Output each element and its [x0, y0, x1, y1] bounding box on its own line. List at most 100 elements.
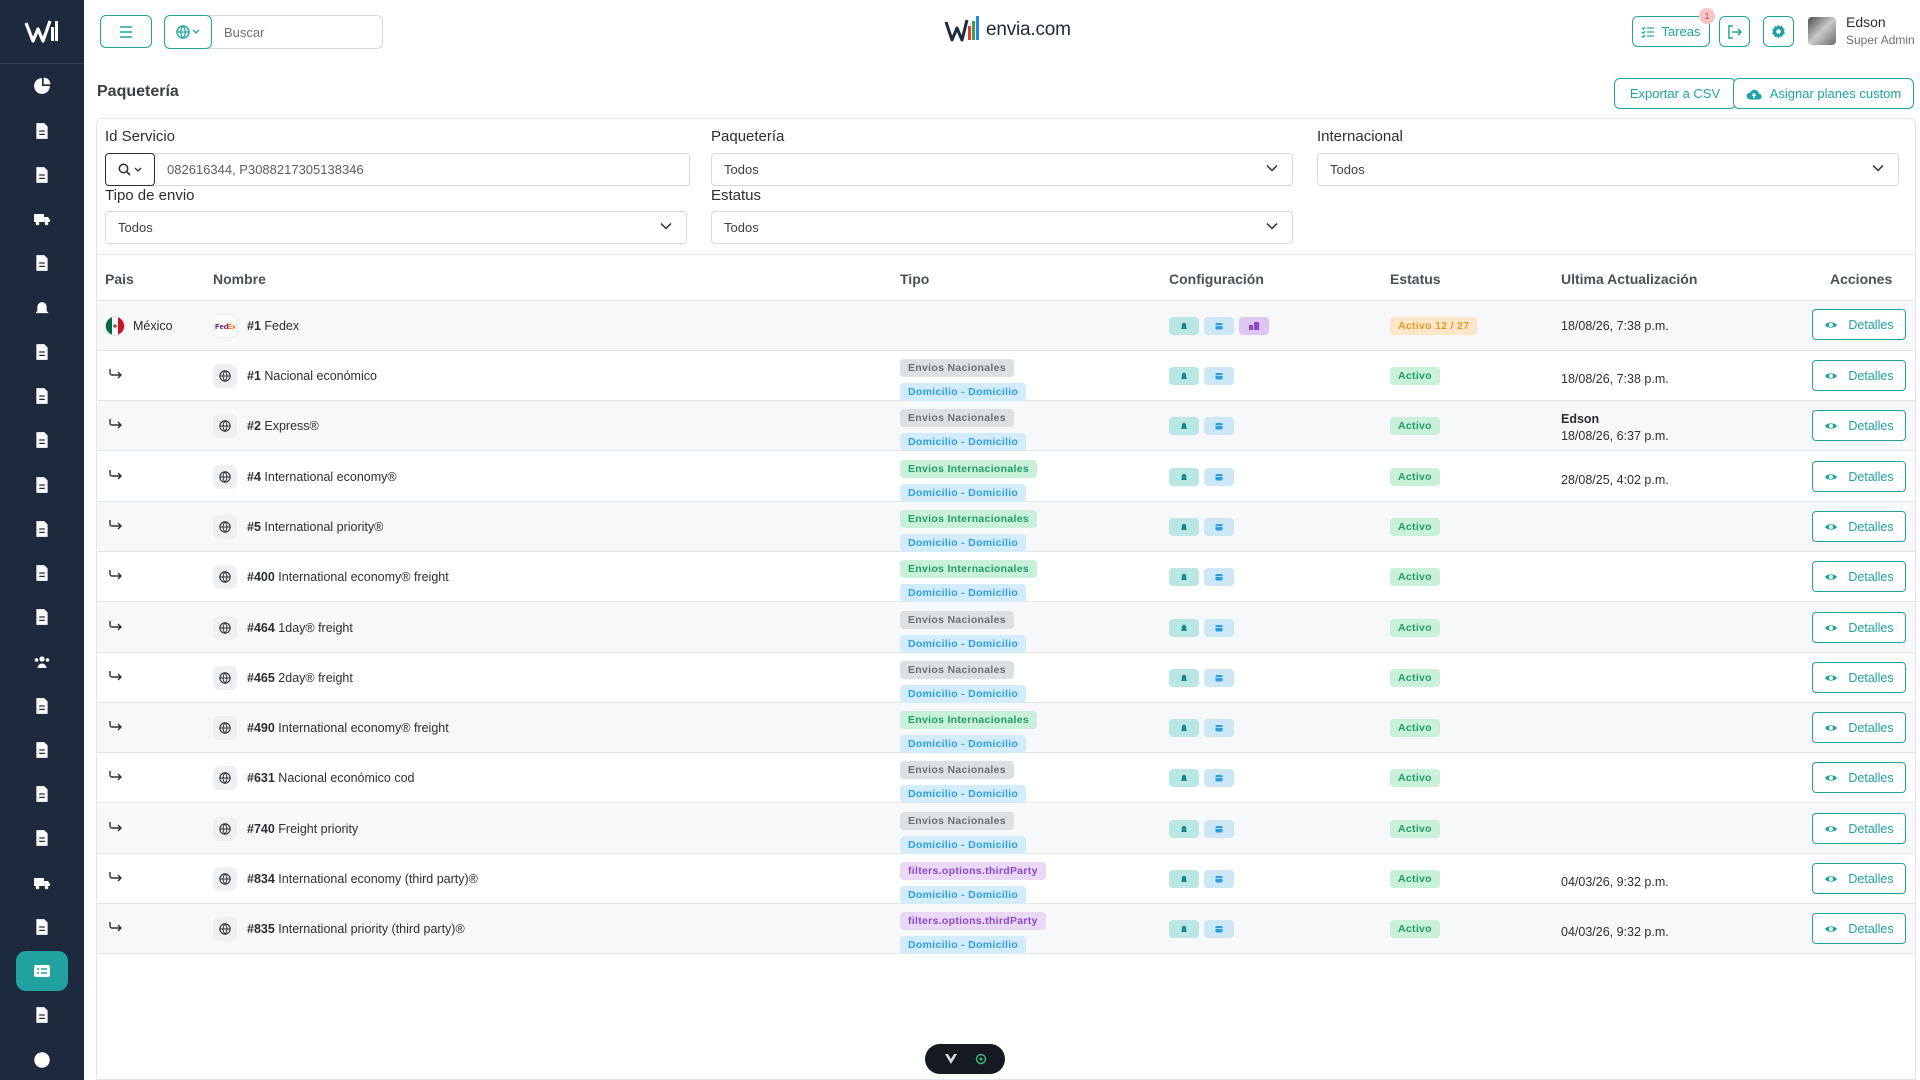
service-label: 2day® freight	[278, 671, 353, 685]
sidebar-item-dot[interactable]	[16, 1040, 68, 1080]
sidebar-logo[interactable]	[0, 0, 84, 64]
bell-config-icon	[1169, 568, 1199, 586]
sidebar-item-contact-card[interactable]	[16, 686, 68, 726]
shipping-type-tag: filters.options.thirdParty	[900, 912, 1046, 930]
sidebar-item-dashboard[interactable]	[16, 66, 68, 106]
sidebar-item-truck[interactable]	[16, 199, 68, 239]
column-header-acciones: Acciones	[1830, 271, 1893, 287]
details-label: Detalles	[1848, 921, 1894, 936]
search-input[interactable]	[212, 16, 372, 48]
service-name: #2 Express®	[213, 414, 319, 438]
eye-icon	[1825, 321, 1838, 328]
globe-icon	[213, 414, 237, 438]
carrier-label: Fedex	[264, 319, 300, 333]
carrier-date: 18/08/26, 7:38 p.m.	[1561, 319, 1669, 333]
tasks-button[interactable]: Tareas 1	[1632, 8, 1715, 47]
chevron-down-icon	[1266, 164, 1278, 172]
details-button[interactable]: Detalles	[1812, 762, 1906, 793]
status-badge: Activo	[1390, 820, 1440, 838]
document-icon	[36, 123, 48, 139]
details-button[interactable]: Detalles	[1812, 913, 1906, 944]
eye-icon	[1825, 523, 1838, 530]
details-button[interactable]: Detalles	[1812, 360, 1906, 391]
sidebar-item-shipment[interactable]	[16, 155, 68, 195]
sidebar-item-invoice[interactable]	[16, 376, 68, 416]
sidebar-item-report[interactable]	[16, 818, 68, 858]
sidebar-item-edit-doc[interactable]	[16, 730, 68, 770]
dashboard-icon	[34, 77, 51, 94]
svg-text:Ex: Ex	[227, 322, 235, 330]
logout-button[interactable]	[1719, 16, 1750, 47]
details-button[interactable]: Detalles	[1812, 612, 1906, 643]
table-row: #740 Freight priority Envios Nacionales Do…	[97, 804, 1915, 854]
carrier-row: México Fed Ex #1 Fedex Activo 12 / 27 18/…	[97, 301, 1915, 351]
carrier-details-button[interactable]: Detalles	[1812, 309, 1906, 340]
service-label: International economy® freight	[278, 570, 449, 584]
tipo-envio-select[interactable]: Todos	[105, 211, 687, 244]
search-scope-dropdown[interactable]	[164, 15, 212, 49]
globe-icon	[213, 867, 237, 891]
details-label: Detalles	[1848, 469, 1894, 484]
user-avatar[interactable]	[1808, 17, 1836, 45]
details-button[interactable]: Detalles	[1812, 410, 1906, 441]
details-button[interactable]: Detalles	[1812, 813, 1906, 844]
sidebar-item-file[interactable]	[16, 420, 68, 460]
service-type: filters.options.thirdParty Domicilio - Do…	[900, 862, 1046, 904]
settings-button[interactable]	[1763, 16, 1794, 47]
dev-toolbar[interactable]	[925, 1044, 1005, 1074]
sidebar-item-calendar[interactable]	[16, 243, 68, 283]
status-badge: Activo 12 / 27	[1390, 317, 1478, 335]
estatus-select[interactable]: Todos	[711, 211, 1293, 244]
eye-icon	[1825, 422, 1838, 429]
brand-logo[interactable]: envia.com	[944, 14, 1071, 46]
bell-config-icon	[1169, 870, 1199, 888]
export-csv-button[interactable]: Exportar a CSV	[1614, 78, 1736, 109]
box-config-icon	[1204, 317, 1234, 335]
details-button[interactable]: Detalles	[1812, 461, 1906, 492]
services-icon	[34, 965, 50, 977]
sidebar-item-bell[interactable]	[16, 288, 68, 328]
details-button[interactable]: Detalles	[1812, 712, 1906, 743]
assign-custom-plans-button[interactable]: Asignar planes custom	[1733, 78, 1914, 109]
service-type: Envios Internacionales Domicilio - Domici…	[900, 560, 1037, 602]
internacional-select[interactable]: Todos	[1317, 153, 1899, 186]
mexico-flag-icon	[105, 316, 125, 336]
cloud-upload-icon	[1746, 89, 1762, 100]
box-config-icon	[1204, 719, 1234, 737]
service-name: #5 International priority®	[213, 515, 383, 539]
sidebar-item-store[interactable]	[16, 597, 68, 637]
search-mode-dropdown[interactable]	[105, 153, 155, 186]
id-card-icon	[36, 565, 48, 581]
details-button[interactable]: Detalles	[1812, 662, 1906, 693]
sidebar-item-services[interactable]	[16, 951, 68, 991]
sidebar-item-users[interactable]	[16, 642, 68, 682]
paqueteria-select[interactable]: Todos	[711, 153, 1293, 186]
sidebar-item-card[interactable]	[16, 465, 68, 505]
details-button[interactable]: Detalles	[1812, 511, 1906, 542]
sidebar-item-money[interactable]	[16, 332, 68, 372]
sidebar-item-document[interactable]	[16, 111, 68, 151]
route-tag: Domicilio - Domicilio	[900, 584, 1027, 602]
sidebar-item-doc-list[interactable]	[16, 907, 68, 947]
column-header-configuracion: Configuración	[1169, 271, 1264, 287]
edit-doc-icon	[36, 742, 48, 758]
globe-icon	[213, 817, 237, 841]
sidebar-item-id-card[interactable]	[16, 553, 68, 593]
sidebar-item-list-card[interactable]	[16, 774, 68, 814]
id-servicio-field[interactable]: 082616344, P3088217305138346	[105, 153, 690, 186]
billing-icon	[36, 521, 48, 537]
sidebar-item-doc[interactable]	[16, 995, 68, 1035]
column-header-nombre: Nombre	[213, 271, 266, 287]
route-tag: Domicilio - Domicilio	[900, 836, 1027, 854]
menu-toggle-button[interactable]	[100, 15, 152, 48]
users-icon	[34, 656, 50, 668]
sidebar-item-billing[interactable]	[16, 509, 68, 549]
eye-icon	[1825, 925, 1838, 932]
details-button[interactable]: Detalles	[1812, 561, 1906, 592]
eye-icon	[1825, 372, 1838, 379]
details-button[interactable]: Detalles	[1812, 863, 1906, 894]
service-name: #631 Nacional económico cod	[213, 766, 415, 790]
eye-icon	[1825, 473, 1838, 480]
sidebar-item-delivery-truck[interactable]	[16, 863, 68, 903]
service-config	[1169, 417, 1239, 435]
